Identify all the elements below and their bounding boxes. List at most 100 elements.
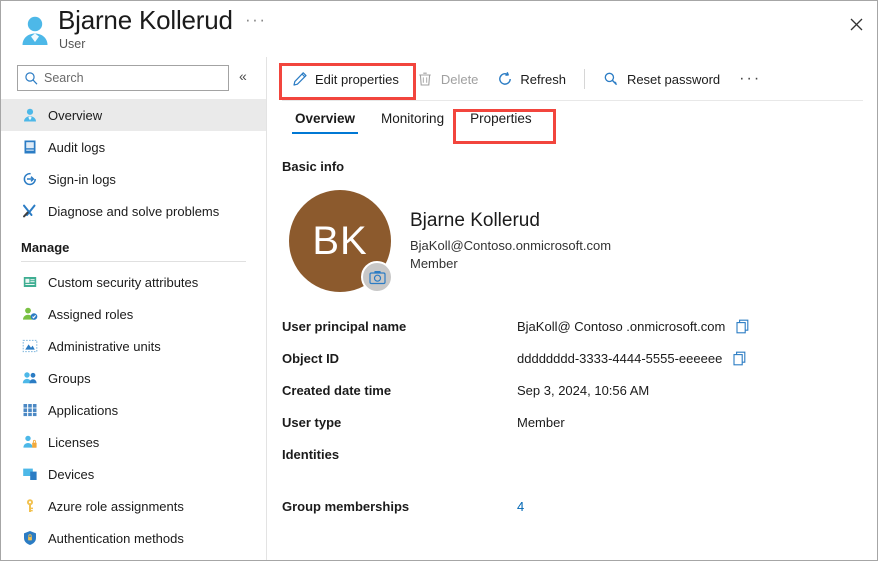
sidebar: « Overview bbox=[1, 57, 267, 560]
copy-icon[interactable] bbox=[735, 318, 751, 334]
header-more-icon[interactable]: ··· bbox=[245, 11, 266, 28]
sidebar-item-label: Authentication methods bbox=[48, 530, 184, 546]
detail-value: dddddddd-3333-4444-5555-eeeeee bbox=[517, 350, 723, 366]
edit-properties-button[interactable]: Edit properties bbox=[282, 64, 408, 94]
reset-password-label: Reset password bbox=[626, 71, 721, 87]
tab-monitoring[interactable]: Monitoring bbox=[368, 105, 457, 134]
toolbar-separator bbox=[583, 69, 585, 89]
trash-icon bbox=[417, 71, 434, 88]
sidebar-item-devices[interactable]: Devices bbox=[1, 458, 266, 490]
sidebar-item-groups[interactable]: Groups bbox=[1, 362, 266, 394]
search-input[interactable] bbox=[44, 71, 214, 85]
sidebar-item-overview[interactable]: Overview bbox=[1, 99, 266, 131]
profile-display-name: Bjarne Kollerud bbox=[410, 210, 540, 231]
delete-button[interactable]: Delete bbox=[408, 64, 488, 94]
refresh-button[interactable]: Refresh bbox=[487, 64, 575, 94]
pencil-icon bbox=[291, 71, 308, 88]
sidebar-item-authentication-methods[interactable]: Authentication methods bbox=[1, 522, 266, 554]
sidebar-item-label: Azure role assignments bbox=[48, 498, 184, 514]
edit-properties-label: Edit properties bbox=[315, 71, 399, 87]
copy-icon[interactable] bbox=[732, 350, 748, 366]
reset-password-button[interactable]: Reset password bbox=[594, 64, 729, 94]
tab-properties[interactable]: Properties bbox=[457, 105, 545, 134]
detail-value: BjaKoll@ Contoso .onmicrosoft.com bbox=[517, 318, 726, 334]
page-subtitle: User bbox=[59, 37, 86, 51]
detail-row: User principal name BjaKoll@ Contoso .on… bbox=[282, 310, 877, 342]
user-detail-blade: Bjarne Kollerud User ··· « bbox=[0, 0, 878, 561]
detail-row: Created date time Sep 3, 2024, 10:56 AM bbox=[282, 374, 877, 406]
details-list: User principal name BjaKoll@ Contoso .on… bbox=[282, 310, 877, 522]
detail-value-wrap: Sep 3, 2024, 10:56 AM bbox=[517, 383, 649, 398]
detail-key: Group memberships bbox=[282, 498, 410, 514]
detail-key: Object ID bbox=[282, 350, 340, 366]
search-icon bbox=[24, 71, 39, 86]
sidebar-item-sign-in-logs[interactable]: Sign-in logs bbox=[1, 163, 266, 195]
shield-icon bbox=[21, 529, 39, 547]
sidebar-item-label: Devices bbox=[48, 466, 95, 482]
detail-key: Identities bbox=[282, 446, 340, 462]
toolbar-more-icon[interactable]: ··· bbox=[731, 71, 769, 87]
key-search-icon bbox=[603, 71, 620, 88]
audit-log-icon bbox=[21, 138, 39, 156]
sidebar-item-assigned-roles[interactable]: Assigned roles bbox=[1, 298, 266, 330]
detail-key: Created date time bbox=[282, 382, 392, 398]
page-title: Bjarne Kollerud bbox=[58, 5, 233, 35]
delete-label: Delete bbox=[440, 71, 479, 87]
tab-label: Properties bbox=[470, 111, 532, 126]
profile-email: BjaKoll@Contoso.onmicrosoft.com bbox=[410, 238, 612, 253]
sidebar-section-manage: Manage bbox=[21, 240, 70, 255]
sidebar-item-applications[interactable]: Applications bbox=[1, 394, 266, 426]
profile-summary: BK Bjarne Kollerud BjaKoll@Contoso.onmic… bbox=[282, 188, 877, 296]
detail-value: Member bbox=[517, 414, 565, 430]
change-photo-icon[interactable] bbox=[361, 261, 393, 293]
close-icon[interactable] bbox=[841, 9, 871, 39]
groups-icon bbox=[21, 369, 39, 387]
sidebar-item-label: Licenses bbox=[48, 434, 100, 450]
sidebar-item-label: Groups bbox=[48, 370, 91, 386]
toolbar-underline bbox=[282, 100, 863, 101]
key-icon bbox=[21, 497, 39, 515]
sidebar-search-row: « bbox=[1, 57, 266, 99]
user-icon bbox=[21, 106, 39, 124]
sidebar-item-label: Overview bbox=[48, 107, 103, 123]
assigned-roles-icon bbox=[21, 305, 39, 323]
detail-value-wrap: BjaKoll@ Contoso .onmicrosoft.com bbox=[517, 318, 751, 334]
tab-overview[interactable]: Overview bbox=[282, 105, 368, 134]
sidebar-item-label: Sign-in logs bbox=[48, 171, 116, 187]
detail-row: Object ID dddddddd-3333-4444-5555-eeeeee bbox=[282, 342, 877, 374]
sidebar-item-azure-role-assignments[interactable]: Azure role assignments bbox=[1, 490, 266, 522]
sidebar-item-custom-security-attributes[interactable]: Custom security attributes bbox=[1, 266, 266, 298]
sidebar-item-label: Diagnose and solve problems bbox=[48, 203, 220, 219]
detail-key: User type bbox=[282, 414, 342, 430]
wrench-icon bbox=[21, 202, 39, 220]
refresh-icon bbox=[496, 71, 513, 88]
sidebar-item-audit-logs[interactable]: Audit logs bbox=[1, 131, 266, 163]
command-toolbar: Edit properties Delete Refresh Reset pas… bbox=[268, 57, 877, 101]
sidebar-item-administrative-units[interactable]: Administrative units bbox=[1, 330, 266, 362]
tab-label: Overview bbox=[295, 111, 356, 126]
group-memberships-link[interactable]: 4 bbox=[517, 499, 524, 514]
tab-label: Monitoring bbox=[381, 111, 445, 126]
basic-info-heading: Basic info bbox=[282, 159, 345, 174]
applications-icon bbox=[21, 401, 39, 419]
administrative-units-icon bbox=[21, 337, 39, 355]
sidebar-item-diagnose-and-solve-problems[interactable]: Diagnose and solve problems bbox=[1, 195, 266, 227]
tab-bar: Overview Monitoring Properties bbox=[268, 105, 877, 145]
search-box[interactable] bbox=[17, 65, 229, 91]
sidebar-item-licenses[interactable]: Licenses bbox=[1, 426, 266, 458]
detail-key: User principal name bbox=[282, 318, 407, 334]
detail-value: Sep 3, 2024, 10:56 AM bbox=[517, 382, 650, 398]
sidebar-item-label: Administrative units bbox=[48, 338, 161, 354]
group-memberships-row: Group memberships 4 bbox=[282, 490, 877, 522]
avatar-initials: BK bbox=[312, 218, 368, 263]
collapse-sidebar-icon[interactable]: « bbox=[239, 69, 247, 83]
main-content: Edit properties Delete Refresh Reset pas… bbox=[268, 57, 877, 560]
profile-user-type: Member bbox=[410, 256, 458, 271]
sidebar-nav-manage: Custom security attributes Assigned role… bbox=[1, 266, 266, 554]
sidebar-item-label: Audit logs bbox=[48, 139, 106, 155]
devices-icon bbox=[21, 465, 39, 483]
sidebar-divider bbox=[21, 261, 246, 262]
detail-value-wrap: dddddddd-3333-4444-5555-eeeeee bbox=[517, 350, 748, 366]
detail-value-wrap: 4 bbox=[517, 499, 524, 514]
refresh-label: Refresh bbox=[520, 71, 566, 87]
